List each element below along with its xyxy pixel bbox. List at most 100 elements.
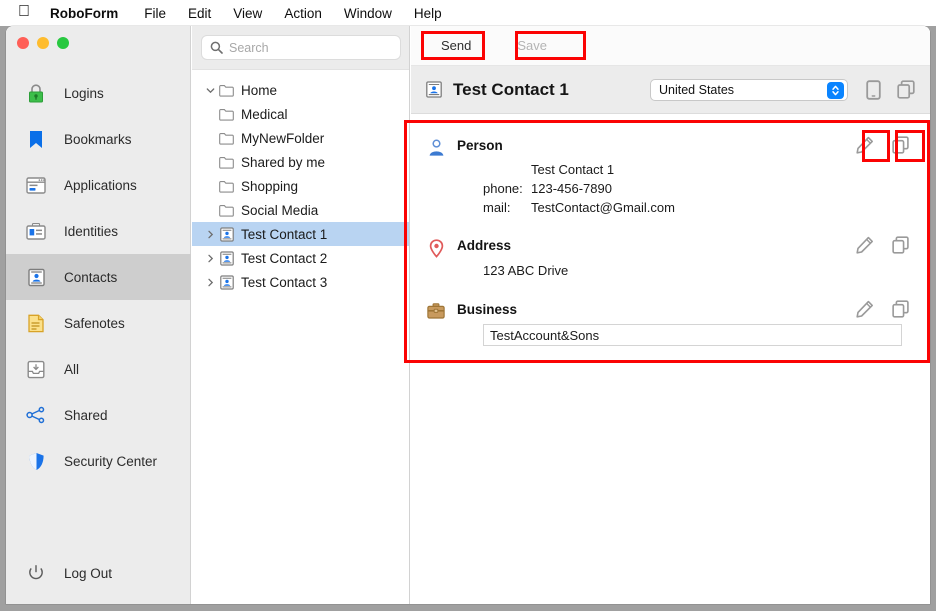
menu-action[interactable]: Action (284, 6, 322, 21)
menu-edit[interactable]: Edit (188, 6, 211, 21)
note-icon (26, 313, 46, 333)
menu-help[interactable]: Help (414, 6, 442, 21)
screen:  RoboForm File Edit View Action Window … (0, 0, 936, 611)
section-person: Person Test Contact 1 phone: 123-456-789… (425, 122, 916, 217)
section-person-fields: Test Contact 1 phone: 123-456-7890 mail:… (483, 160, 916, 217)
tree-row-label: Home (241, 82, 278, 98)
pencil-icon[interactable] (856, 300, 874, 318)
shield-icon (26, 451, 46, 471)
chevron-updown-icon[interactable] (827, 81, 844, 99)
tree-row-mynewfolder[interactable]: MyNewFolder (192, 126, 409, 150)
maximize-button[interactable] (57, 37, 69, 49)
sidebar-item-safenotes[interactable]: Safenotes (6, 300, 191, 346)
section-address: Address 123 ABC Drive (425, 217, 916, 280)
folder-icon (218, 180, 235, 193)
contact-header: Test Contact 1 United States (411, 66, 930, 114)
copy-icon[interactable] (892, 300, 910, 318)
apple-logo-icon[interactable]:  (18, 4, 30, 20)
minimize-button[interactable] (37, 37, 49, 49)
search-box[interactable] (201, 35, 401, 60)
tree-row-test-contact-2[interactable]: Test Contact 2 (192, 246, 409, 270)
field-row: 123 ABC Drive (483, 261, 916, 280)
field-value: TestContact@Gmail.com (531, 200, 675, 215)
copy-icon[interactable] (892, 136, 910, 154)
menu-view[interactable]: View (233, 6, 262, 21)
tree-row-label: Social Media (241, 202, 319, 218)
sidebar-item-logins[interactable]: Logins (6, 70, 191, 116)
sidebar-item-label: Contacts (64, 269, 118, 285)
sidebar-item-label: Safenotes (64, 315, 125, 331)
briefcase-icon (425, 302, 447, 319)
section-address-title: Address (457, 238, 512, 253)
tree-row-label: Test Contact 3 (241, 274, 328, 290)
send-button[interactable]: Send (433, 35, 479, 56)
close-button[interactable] (17, 37, 29, 49)
business-name-input[interactable] (483, 324, 902, 346)
field-row: phone: 123-456-7890 (483, 179, 916, 198)
sidebar-item-contacts[interactable]: Contacts (6, 254, 191, 300)
power-icon (26, 563, 46, 583)
tree-row-test-contact-3[interactable]: Test Contact 3 (192, 270, 409, 294)
chevron-right-icon[interactable] (202, 254, 218, 263)
window-controls (17, 37, 69, 49)
menu-roboform[interactable]: RoboForm (50, 6, 118, 21)
tree-row-label: Test Contact 1 (241, 226, 328, 242)
field-key: mail: (483, 200, 511, 215)
bookmark-icon (26, 129, 46, 149)
folder-open-icon (218, 84, 235, 97)
menu-window[interactable]: Window (344, 6, 392, 21)
section-business-title: Business (457, 302, 518, 317)
pencil-icon[interactable] (856, 236, 874, 254)
chevron-right-icon[interactable] (202, 230, 218, 239)
logout-label: Log Out (64, 565, 113, 581)
sidebar-item-all[interactable]: All (6, 346, 191, 392)
tree-row-social-media[interactable]: Social Media (192, 198, 409, 222)
tree-toolbar (192, 26, 409, 70)
tree-row-shared-by-me[interactable]: Shared by me (192, 150, 409, 174)
field-key: phone: (483, 181, 523, 196)
country-select[interactable]: United States (650, 78, 848, 101)
save-button[interactable]: Save (509, 35, 555, 56)
sidebar-item-identities[interactable]: Identities (6, 208, 191, 254)
chevron-right-icon[interactable] (202, 278, 218, 287)
sidebar-item-bookmarks[interactable]: Bookmarks (6, 116, 191, 162)
sidebar-item-security-center[interactable]: Security Center (6, 438, 191, 484)
copy-icon[interactable] (892, 236, 910, 254)
menu-file[interactable]: File (144, 6, 166, 21)
field-key (483, 160, 531, 179)
folder-icon (218, 204, 235, 217)
share-icon (26, 405, 46, 425)
mobile-device-icon[interactable] (866, 79, 881, 100)
menu-bar:  RoboForm File Edit View Action Window … (0, 0, 936, 26)
copy-icon[interactable] (897, 80, 916, 99)
section-address-actions (856, 236, 910, 254)
sidebar-item-applications[interactable]: Applications (6, 162, 191, 208)
tree-row-medical[interactable]: Medical (192, 102, 409, 126)
sidebar-item-shared[interactable]: Shared (6, 392, 191, 438)
chevron-down-icon[interactable] (202, 86, 218, 95)
field-value: Test Contact 1 (531, 162, 615, 177)
search-input[interactable] (229, 40, 389, 55)
section-address-head: Address (425, 238, 916, 258)
section-business-actions (856, 300, 910, 318)
tree-row-home[interactable]: Home (192, 78, 409, 102)
country-select-value: United States (659, 82, 735, 97)
contact-card-icon (218, 226, 235, 242)
folder-icon (218, 132, 235, 145)
contact-card-icon (218, 250, 235, 266)
tree-row-shopping[interactable]: Shopping (192, 174, 409, 198)
sidebar: Logins Bookmarks Applications Identities… (6, 26, 191, 604)
inbox-icon (26, 359, 46, 379)
logout-button[interactable]: Log Out (6, 556, 191, 590)
search-icon (210, 41, 223, 54)
field-row: Test Contact 1 (483, 160, 916, 179)
section-person-title: Person (457, 138, 503, 153)
tree-row-test-contact-1[interactable]: Test Contact 1 (192, 222, 409, 246)
pencil-icon[interactable] (856, 136, 874, 154)
header-actions (866, 79, 916, 100)
tree-row-label: Test Contact 2 (241, 250, 328, 266)
sidebar-item-label: Shared (64, 407, 108, 423)
app-window: Logins Bookmarks Applications Identities… (6, 26, 930, 604)
field-row: mail: TestContact@Gmail.com (483, 198, 916, 217)
section-person-actions (856, 136, 910, 154)
